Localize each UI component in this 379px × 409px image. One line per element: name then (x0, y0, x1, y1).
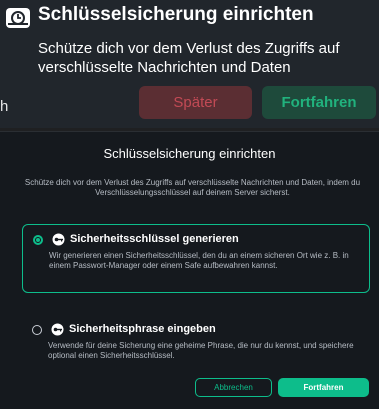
key-backup-icon (6, 8, 30, 28)
key-icon (52, 233, 65, 246)
option-description: Verwende für deine Sicherung eine geheim… (48, 341, 354, 360)
background-text-fragment: h (0, 98, 9, 115)
key-backup-toast: Schlüsselsicherung einrichten Schütze di… (0, 0, 379, 128)
option-description: Wir generieren einen Sicherheitsschlüsse… (49, 251, 349, 270)
radio-selected[interactable] (33, 235, 43, 245)
option-title: Sicherheitsschlüssel generieren (70, 233, 239, 245)
toast-title: Schlüsselsicherung einrichten (38, 4, 314, 25)
radio-unselected[interactable] (32, 325, 42, 335)
key-icon (51, 323, 64, 336)
dialog-description: Schütze dich vor dem Verlust des Zugriff… (24, 178, 361, 197)
confirm-button[interactable]: Fortfahren (278, 378, 369, 397)
key-backup-dialog: Schlüsselsicherung einrichten Schütze di… (0, 131, 379, 409)
option-title: Sicherheitsphrase eingeben (69, 323, 216, 335)
continue-button[interactable]: Fortfahren (262, 86, 376, 119)
later-button[interactable]: Später (139, 86, 252, 119)
option-security-phrase[interactable]: Sicherheitsphrase eingeben Verwende für … (22, 315, 368, 363)
cancel-button[interactable]: Abbrechen (195, 378, 272, 397)
toast-body: Schütze dich vor dem Verlust des Zugriff… (38, 40, 340, 76)
option-generate-security-key[interactable]: Sicherheitsschlüssel generieren Wir gene… (22, 224, 370, 293)
dialog-title: Schlüsselsicherung einrichten (103, 146, 276, 161)
